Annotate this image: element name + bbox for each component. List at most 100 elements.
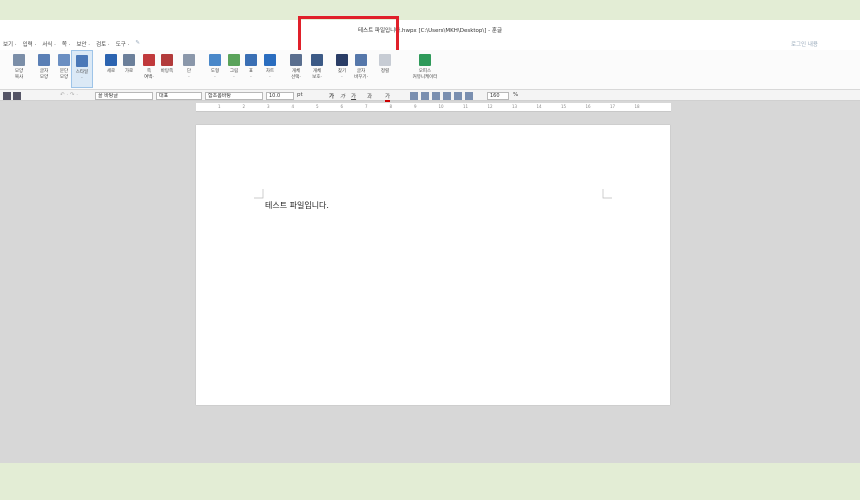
ribbon-button-label: 바탕쪽: [160, 69, 174, 74]
highlight-box: [298, 16, 399, 54]
chart-icon: [264, 54, 276, 66]
zoom-input[interactable]: 160: [487, 92, 509, 100]
ribbon-button-label: 문단 모양: [59, 69, 69, 80]
ribbon-button-label: 정렬: [380, 69, 390, 74]
style-icon: [76, 55, 88, 67]
ruler-tick: 16: [585, 104, 591, 109]
shape-icon: [209, 54, 221, 66]
ribbon-button-7[interactable]: 바탕쪽: [156, 50, 178, 88]
ribbon-button-0[interactable]: 모양 복사: [8, 50, 30, 88]
ribbon-button-5[interactable]: 가로: [118, 50, 140, 88]
divide-icon[interactable]: [465, 92, 473, 100]
format-painter-icon: [13, 54, 25, 66]
ribbon-button-18[interactable]: 오피스 커뮤니케이터: [408, 50, 442, 88]
sort-icon: [379, 54, 391, 66]
ruler-tick: 7: [365, 104, 368, 109]
font-color-button[interactable]: 가: [385, 92, 391, 102]
ribbon-button-13[interactable]: 개체 선택·: [285, 50, 307, 88]
replace-icon: [355, 54, 367, 66]
window-title: 테스트 파일입니다.hwpx [C:\Users\MKH\Desktop\] -…: [357, 28, 503, 34]
ribbon-button-12[interactable]: 차트 ·: [259, 50, 281, 88]
ribbon-button-label: 글자 모양: [39, 69, 49, 80]
menu-view[interactable]: 보기 ·: [3, 40, 17, 50]
para-shape-icon: [58, 54, 70, 66]
select-object-icon: [290, 54, 302, 66]
ribbon-button-1[interactable]: 글자 모양: [33, 50, 55, 88]
style-select[interactable]: 꼴 바탕글: [95, 92, 153, 100]
align-left-icon[interactable]: [410, 92, 418, 100]
ribbon-button-17[interactable]: 정렬: [374, 50, 396, 88]
bold-button[interactable]: 가: [329, 92, 334, 100]
distribute-icon[interactable]: [454, 92, 462, 100]
ribbon-button-8[interactable]: 단 ·: [178, 50, 200, 88]
format-toolbar: ↶ · ↷ · 꼴 바탕글 대표 함초롬바탕 10.0 pt 가 가 가 과 가…: [0, 90, 860, 102]
save-icon[interactable]: [13, 92, 21, 100]
picture-icon: [228, 54, 240, 66]
ribbon-button-label: 개체 선택·: [291, 69, 301, 80]
ribbon-button-label: 찾기 ·: [337, 69, 347, 80]
office-communicator-icon: [419, 54, 431, 66]
ruler-tick: 1: [218, 104, 221, 109]
ruler-tick: 4: [291, 104, 295, 109]
ruler-tick: 11: [463, 104, 469, 109]
ruler-tick: 3: [267, 104, 270, 109]
justify-icon[interactable]: [443, 92, 451, 100]
pencil-icon[interactable]: ✎: [135, 40, 140, 50]
align-center-icon[interactable]: [421, 92, 429, 100]
ribbon-button-label: 스타일 ·: [75, 70, 89, 81]
ribbon-button-16[interactable]: 글자 바꾸기·: [350, 50, 372, 88]
ribbon-button-label: 도형 ·: [210, 69, 220, 80]
ribbon-button-label: 글자 바꾸기·: [354, 69, 368, 80]
menubar: 보기 · 입력 · 서식 · 쪽 · 보안 · 검토 · 도구 · ✎: [3, 40, 140, 50]
ribbon-button-3[interactable]: 스타일 ·: [71, 50, 93, 88]
login-link[interactable]: 로그인 내용: [791, 40, 818, 48]
ribbon-button-label: 오피스 커뮤니케이터: [412, 69, 438, 80]
ribbon-button-label: 표 ·: [248, 69, 254, 80]
horizontal-ruler[interactable]: 1 2 3 4 5 6 7 8 9 10 11 12 13 14 15 16 17 18: [196, 103, 671, 112]
zoom-unit[interactable]: %: [513, 92, 518, 98]
margin-icon: [143, 54, 155, 66]
ruler-tick: 17: [610, 104, 616, 109]
ruler-tick: 6: [340, 104, 344, 109]
ruler-tick: 10: [438, 104, 444, 109]
margin-corner-top-right: [602, 189, 612, 199]
landscape-icon: [123, 54, 135, 66]
menu-tools[interactable]: 도구 ·: [116, 40, 130, 50]
italic-button[interactable]: 가: [340, 92, 345, 100]
undo-redo-icons[interactable]: ↶ · ↷ ·: [60, 92, 78, 98]
ruler-tick: 14: [536, 104, 542, 109]
menu-security[interactable]: 보안 ·: [76, 40, 90, 50]
find-icon: [336, 54, 348, 66]
font-size-input[interactable]: 10.0: [266, 92, 294, 100]
table-icon: [245, 54, 257, 66]
ribbon-button-label: 모양 복사: [14, 69, 24, 80]
language-select[interactable]: 대표: [156, 92, 202, 100]
ribbon-toolbar: 모양 복사 글자 모양 문단 모양 스타일 · 세로 가로 쪽 여백· 바탕쪽 단 · 도형 · 그…: [0, 50, 860, 90]
margin-corner-top-left: [254, 189, 264, 199]
portrait-icon: [105, 54, 117, 66]
ruler-tick: 5: [316, 104, 319, 109]
ribbon-button-14[interactable]: 개체 보호·: [306, 50, 328, 88]
document-page[interactable]: 테스트 파일입니다.: [196, 125, 670, 405]
ruler-tick: 18: [634, 104, 640, 109]
column-icon: [183, 54, 195, 66]
ribbon-button-label: 세로: [106, 69, 116, 74]
align-right-icon[interactable]: [432, 92, 440, 100]
ruler-tick: 9: [414, 104, 417, 109]
menu-input[interactable]: 입력 ·: [23, 40, 37, 50]
ribbon-button-label: 쪽 여백·: [144, 69, 154, 80]
document-text[interactable]: 테스트 파일입니다.: [265, 200, 329, 211]
font-select[interactable]: 함초롬바탕: [205, 92, 263, 100]
menu-review[interactable]: 검토 ·: [96, 40, 110, 50]
strike-button[interactable]: 과: [367, 92, 372, 100]
print-icon[interactable]: [3, 92, 11, 100]
ribbon-button-label: 그림 ·: [229, 69, 239, 80]
master-page-icon: [161, 54, 173, 66]
ribbon-button-label: 단 ·: [186, 69, 192, 80]
menu-format[interactable]: 서식 ·: [42, 40, 56, 50]
size-unit[interactable]: pt: [297, 92, 303, 98]
underline-button[interactable]: 가: [351, 92, 356, 100]
ribbon-button-label: 차트 ·: [265, 69, 275, 80]
menu-page[interactable]: 쪽 ·: [62, 40, 71, 50]
ruler-tick: 12: [487, 104, 493, 109]
